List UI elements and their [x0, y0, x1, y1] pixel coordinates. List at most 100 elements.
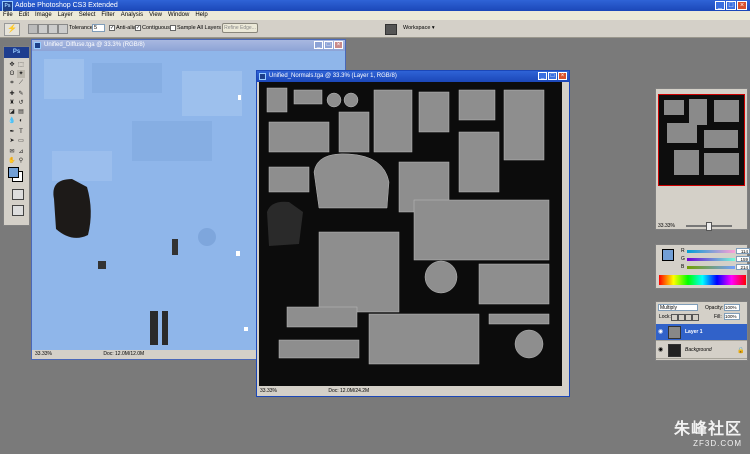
diffuse-zoom-level[interactable]: 33.33% [35, 351, 52, 357]
minimize-button[interactable]: _ [715, 1, 725, 10]
subtract-selection-icon[interactable] [48, 24, 58, 34]
lasso-tool-icon[interactable]: ʘ [8, 70, 16, 78]
shape-tool-icon[interactable]: ▭ [17, 137, 25, 145]
layer-row-layer-1[interactable]: ◉ Layer 1 [656, 324, 747, 341]
lock-transparency-icon[interactable] [671, 314, 678, 321]
gradient-tool-icon[interactable]: ▤ [17, 108, 25, 116]
add-selection-icon[interactable] [38, 24, 48, 34]
tolerance-label: Tolerance: [69, 25, 95, 31]
uv-circle-1 [198, 228, 216, 246]
lock-all-icon[interactable] [692, 314, 699, 321]
quick-mask-icon[interactable] [12, 189, 24, 200]
uv-gear-1 [326, 92, 342, 108]
color-spectrum-bar[interactable] [659, 275, 746, 285]
diffuse-maximize-button[interactable]: □ [324, 41, 333, 49]
diffuse-doc-size[interactable]: Doc: 12.0M/12.0M [103, 351, 144, 357]
new-selection-icon[interactable] [28, 24, 38, 34]
normals-doc-size[interactable]: Doc: 12.0M/24.2M [328, 388, 369, 394]
intersect-selection-icon[interactable] [58, 24, 68, 34]
layer-visibility-eye-icon[interactable]: ◉ [658, 347, 665, 353]
menu-file[interactable]: File [0, 11, 16, 20]
menu-image[interactable]: Image [32, 11, 55, 20]
close-button[interactable]: × [737, 1, 747, 10]
layer-visibility-eye-icon[interactable]: ◉ [658, 329, 665, 335]
menu-filter[interactable]: Filter [98, 11, 117, 20]
normals-document-window[interactable]: Unified_Normals.tga @ 33.3% (Layer 1, RG… [256, 70, 570, 397]
screen-mode-icon[interactable] [12, 205, 24, 216]
contiguous-checkbox[interactable]: ✓ [135, 25, 141, 31]
slice-tool-icon[interactable]: ⟋ [17, 79, 25, 87]
window-title: Adobe Photoshop CS3 Extended [15, 2, 118, 9]
foreground-color-swatch[interactable] [8, 167, 19, 178]
magic-wand-tool-preset-icon[interactable]: ⚡ [4, 23, 20, 36]
sample-all-layers-checkbox[interactable] [170, 25, 176, 31]
dodge-tool-icon[interactable]: ◐ [17, 117, 25, 125]
magic-wand-tool-icon[interactable]: ✦ [17, 70, 25, 78]
uv-shell-2 [293, 89, 323, 105]
green-channel-label: G [681, 256, 685, 262]
normals-document-title-bar[interactable]: Unified_Normals.tga @ 33.3% (Layer 1, RG… [257, 71, 569, 82]
detail-strip-3 [150, 311, 158, 345]
move-tool-icon[interactable]: ✥ [8, 61, 16, 69]
brush-tool-icon[interactable]: ✎ [17, 90, 25, 98]
zoom-tool-icon[interactable]: ⚲ [17, 157, 25, 165]
dark-uv-patch [53, 179, 91, 238]
menu-select[interactable]: Select [76, 11, 99, 20]
blue-channel-value[interactable]: 214 [736, 264, 750, 270]
eraser-tool-icon[interactable]: ◪ [8, 108, 16, 116]
menu-analysis[interactable]: Analysis [118, 11, 146, 20]
history-brush-tool-icon[interactable]: ↺ [17, 99, 25, 107]
blur-tool-icon[interactable]: 💧 [8, 117, 16, 125]
normals-maximize-button[interactable]: □ [548, 72, 557, 80]
red-channel-value[interactable]: 114 [736, 248, 750, 254]
title-bar: Ps Adobe Photoshop CS3 Extended _ □ × [0, 0, 750, 12]
color-foreground-swatch[interactable] [662, 249, 674, 261]
workspace-menu[interactable]: Workspace ▾ [403, 25, 435, 31]
crop-tool-icon[interactable]: ⌗ [8, 79, 16, 87]
nav-shell-4 [667, 123, 697, 143]
uv-shell-5 [458, 89, 496, 121]
detail-strip-1 [98, 261, 106, 269]
red-channel-slider[interactable] [687, 250, 735, 253]
uv-shell-3 [373, 89, 413, 153]
maximize-button[interactable]: □ [726, 1, 736, 10]
uv-shell-4 [418, 91, 450, 133]
normals-canvas[interactable] [259, 82, 562, 386]
blue-channel-slider[interactable] [687, 266, 735, 269]
lock-pixels-icon[interactable] [678, 314, 685, 321]
diffuse-document-title-bar[interactable]: Unified_Diffuse.tga @ 33.3% (RGB/8) [32, 40, 345, 51]
menu-edit[interactable]: Edit [16, 11, 32, 20]
normals-close-button[interactable]: × [558, 72, 567, 80]
navigator-zoom-slider-thumb[interactable] [706, 222, 712, 231]
navigator-preview[interactable] [658, 94, 745, 186]
diffuse-close-button[interactable]: × [334, 41, 343, 49]
healing-brush-tool-icon[interactable]: ✚ [8, 90, 16, 98]
tolerance-input[interactable]: 5 [92, 24, 105, 32]
green-channel-slider[interactable] [687, 258, 735, 261]
eyedropper-tool-icon[interactable]: ⊿ [17, 148, 25, 156]
clone-stamp-tool-icon[interactable]: ♜ [8, 99, 16, 107]
menu-view[interactable]: View [146, 11, 165, 20]
bridge-icon[interactable] [385, 24, 397, 35]
opacity-input[interactable]: 100% [724, 304, 740, 311]
green-channel-value[interactable]: 159 [736, 256, 750, 262]
marquee-tool-icon[interactable]: ⬚ [17, 61, 25, 69]
normals-minimize-button[interactable]: _ [538, 72, 547, 80]
normals-zoom-level[interactable]: 33.33% [260, 388, 277, 394]
blend-mode-select[interactable]: Multiply [658, 304, 698, 311]
path-selection-tool-icon[interactable]: ➤ [8, 137, 16, 145]
type-tool-icon[interactable]: T [17, 128, 25, 136]
lock-position-icon[interactable] [685, 314, 692, 321]
diffuse-minimize-button[interactable]: _ [314, 41, 323, 49]
fill-input[interactable]: 100% [724, 313, 740, 320]
navigator-zoom-value[interactable]: 33.33% [658, 223, 675, 229]
refine-edge-button[interactable]: Refine Edge... [222, 23, 258, 33]
notes-tool-icon[interactable]: ✉ [8, 148, 16, 156]
hand-tool-icon[interactable]: ✋ [8, 157, 16, 165]
pen-tool-icon[interactable]: ✒ [8, 128, 16, 136]
menu-layer[interactable]: Layer [55, 11, 76, 20]
layer-row-background[interactable]: ◉ Background 🔒 [656, 342, 747, 359]
menu-window[interactable]: Window [165, 11, 192, 20]
anti-alias-checkbox[interactable]: ✓ [109, 25, 115, 31]
menu-help[interactable]: Help [192, 11, 210, 20]
